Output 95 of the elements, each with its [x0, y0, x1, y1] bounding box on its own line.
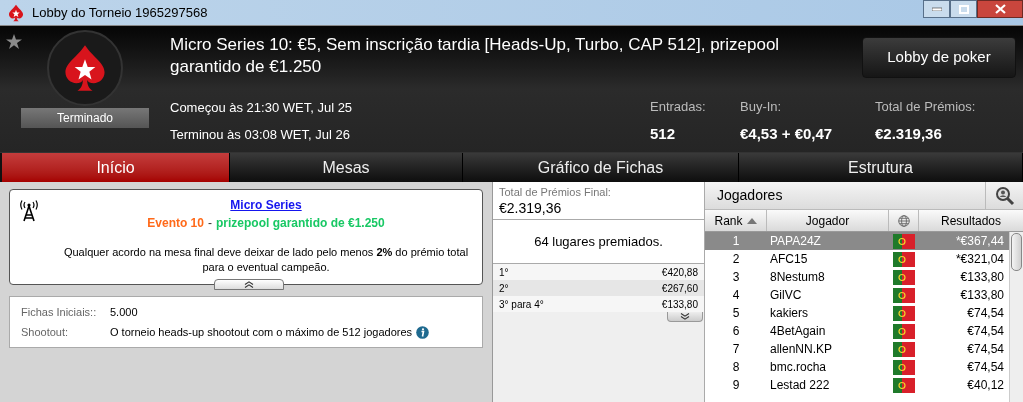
rank-cell-text: 4 — [731, 287, 741, 304]
rank-cell-text: 2 — [731, 251, 741, 268]
prize-amount: €133,80 — [661, 297, 698, 312]
minimize-button[interactable] — [923, 0, 950, 18]
tournament-title: Micro Series 10: €5, Sem inscrição tardia [Heads-Up, Turbo, CAP 512], prizepool garantido de €1.250 — [170, 34, 781, 78]
chevron-up-icon — [244, 281, 254, 288]
flag-icon — [893, 233, 915, 249]
announcement-text: Qualquer acordo na mesa final deve deixar de lado pelo menos 2% do prémio total para o eventual campeão. — [62, 245, 470, 275]
prize-place: 3° para 4° — [499, 297, 544, 312]
rank-cell-text: 8 — [731, 359, 741, 376]
rank-cell-text: 3 — [731, 269, 741, 286]
status-label: Terminado — [21, 108, 149, 128]
result-cell-text: €74,54 — [966, 359, 1005, 376]
prize-place: 1° — [499, 265, 509, 280]
rank-cell-text: 1 — [731, 233, 741, 250]
spade-logo-icon — [63, 43, 107, 93]
minimize-icon — [931, 7, 942, 11]
flag-icon — [893, 323, 915, 339]
maximize-button[interactable] — [950, 0, 977, 18]
country-column-header[interactable] — [889, 210, 919, 231]
rank-cell-text: 6 — [731, 323, 741, 340]
close-button[interactable] — [977, 0, 1023, 18]
stat-label: Buy-In: — [740, 98, 783, 116]
player-name: GilVC — [769, 287, 803, 304]
stat-value: €2.319,36 — [875, 123, 943, 144]
expand-button[interactable] — [667, 312, 703, 322]
close-icon — [994, 4, 1006, 14]
column-header[interactable]: Resultados — [919, 210, 1023, 231]
end-time: Terminou às 03:08 WET, Jul 26 — [170, 125, 351, 144]
star-icon[interactable] — [6, 34, 22, 49]
detail-value: 5.000 — [110, 304, 138, 320]
player-name: 4BetAgain — [769, 323, 827, 340]
stat-label: Entradas: — [650, 98, 707, 116]
player-name: Lestad 222 — [769, 377, 831, 394]
tab[interactable]: Estrutura — [739, 153, 1023, 182]
tab[interactable]: Início — [2, 153, 230, 182]
player-name: allenNN.KP — [769, 341, 834, 358]
flag-icon — [893, 341, 915, 357]
globe-icon — [897, 214, 910, 227]
result-cell-text: €40,12 — [966, 377, 1005, 394]
maximize-icon — [958, 4, 969, 14]
event-number: Evento 10 — [147, 215, 204, 232]
result-cell-text: €133,80 — [959, 269, 1005, 286]
prize-total-value: €2.319,36 — [499, 199, 563, 217]
prize-place: 2° — [499, 281, 509, 296]
start-time: Começou às 21:30 WET, Jul 25 — [170, 98, 354, 117]
info-icon[interactable] — [416, 325, 430, 339]
player-name: kakiers — [769, 305, 809, 322]
prize-amount: €420,88 — [661, 265, 698, 280]
tab[interactable]: Mesas — [230, 153, 463, 182]
flag-icon — [893, 251, 915, 267]
flag-icon — [893, 305, 915, 321]
spade-logo-icon — [8, 3, 24, 22]
separator-text: - — [208, 215, 212, 232]
collapse-button[interactable] — [214, 279, 284, 290]
result-cell-text: €133,80 — [959, 287, 1005, 304]
window-title: Lobby do Torneio 1965297568 — [32, 3, 208, 22]
detail-label: Shootout: — [21, 325, 70, 340]
player-name: 8Nestum8 — [769, 269, 826, 286]
stat-value: €4,53 + €0,47 — [740, 123, 834, 144]
result-cell-text: €74,54 — [966, 305, 1005, 322]
antenna-icon — [19, 200, 39, 222]
sort-up-icon — [746, 217, 757, 224]
result-cell-text: *€321,04 — [954, 251, 1005, 268]
series-link[interactable]: Micro Series — [230, 196, 302, 214]
search-icon — [994, 185, 1015, 206]
player-name: PAPA24Z — [769, 233, 822, 250]
flag-icon — [893, 287, 915, 303]
prize-amount: €267,60 — [661, 281, 698, 296]
chevron-down-icon — [680, 313, 690, 320]
guarantee-text: prizepool garantido de €1.250 — [216, 215, 385, 232]
player-name: AFC15 — [769, 251, 809, 268]
result-cell-text: €74,54 — [966, 341, 1005, 358]
result-cell-text: €74,54 — [966, 323, 1005, 340]
detail-label: Fichas Iniciais:: — [21, 304, 98, 320]
scrollbar-thumb[interactable] — [1011, 233, 1022, 271]
prize-total-label: Total de Prémios Final: — [499, 185, 612, 199]
players-title: Jogadores — [716, 186, 784, 205]
flag-icon — [893, 377, 915, 393]
poker-lobby-button[interactable]: Lobby de poker — [862, 37, 1016, 78]
detail-value: O torneio heads-up shootout com o máximo de 512 jogadores — [110, 325, 413, 340]
flag-icon — [893, 359, 915, 375]
rank-cell-text: 7 — [731, 341, 741, 358]
column-header[interactable]: Jogador — [767, 210, 889, 231]
scrollbar[interactable] — [1009, 232, 1023, 402]
flag-icon — [893, 269, 915, 285]
player-name: bmc.rocha — [769, 359, 828, 376]
rank-cell-text: 9 — [731, 377, 741, 394]
tab[interactable]: Gráfico de Fichas — [463, 153, 739, 182]
stat-label: Total de Prémios: — [875, 98, 977, 116]
result-cell-text: *€367,44 — [954, 233, 1005, 250]
stat-value: 512 — [650, 123, 677, 144]
paid-places-text: 64 lugares premiados. — [534, 232, 663, 251]
column-header[interactable]: Rank — [705, 210, 767, 231]
rank-cell-text: 5 — [731, 305, 741, 322]
